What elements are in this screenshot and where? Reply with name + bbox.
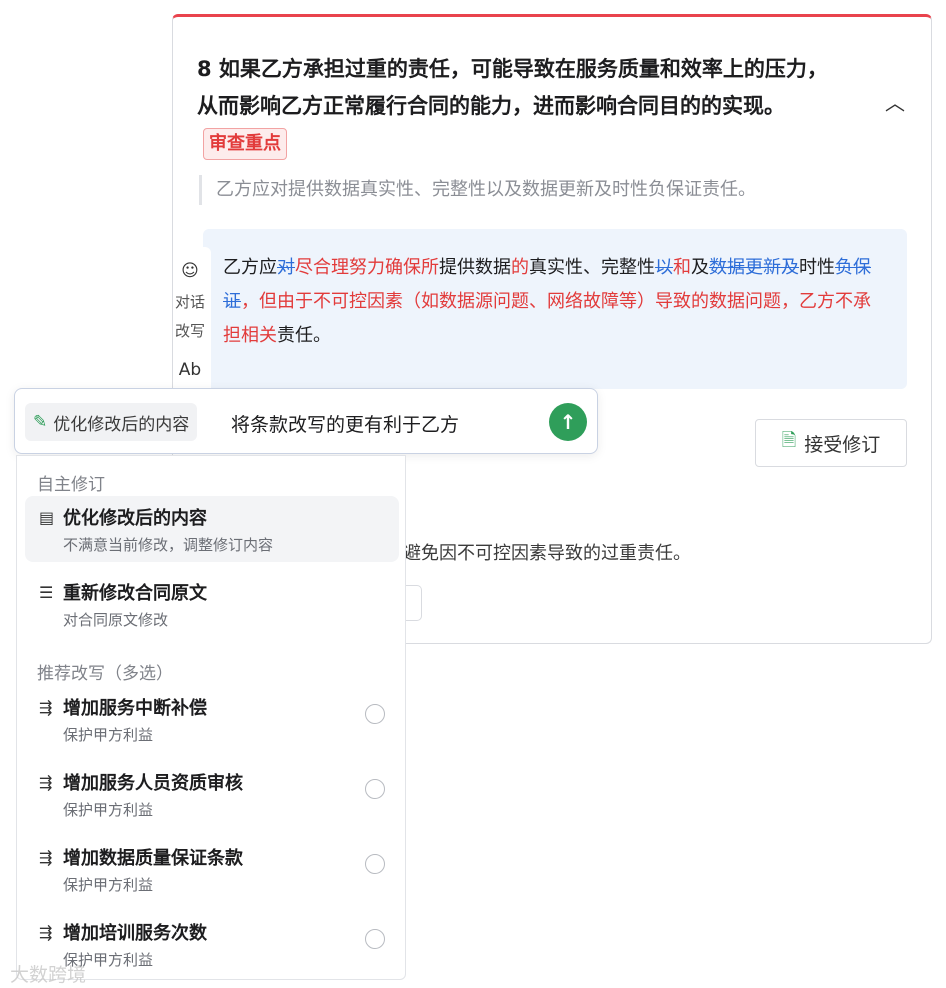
- rewrite-options-dropdown: 自主修订 ▤ 优化修改后的内容 不满意当前修改，调整修订内容 ☰ 重新修改合同原…: [16, 455, 406, 980]
- option-subtitle: 不满意当前修改，调整修订内容: [63, 536, 274, 554]
- option-title: 重新修改合同原文: [63, 583, 207, 604]
- chat-icon[interactable]: ☺: [181, 257, 199, 286]
- collapse-button[interactable]: ︿: [883, 91, 907, 115]
- revision-segment-normal: 提供数据: [439, 257, 511, 278]
- side-toolbar: ☺ 对话 改写 Ab: [173, 247, 211, 397]
- chat-rewrite-label-2[interactable]: 改写: [175, 317, 205, 346]
- mode-chip[interactable]: ✎ 优化修改后的内容: [25, 403, 198, 441]
- original-clause-quote: 乙方应对提供数据真实性、完整性以及数据更新及时性负保证责任。: [199, 175, 896, 205]
- key-review-badge: 审查重点: [203, 128, 287, 160]
- revision-segment-deleted: 以: [655, 257, 673, 278]
- revision-segment-normal: 及: [691, 257, 709, 278]
- rewrite-prompt-input[interactable]: [229, 403, 533, 443]
- revision-segment-normal: 责任。: [277, 325, 331, 346]
- list-icon: ☰: [39, 583, 54, 602]
- issue-title: 8 如果乙方承担过重的责任，可能导致在服务质量和效率上的压力，从而影响乙方正常履…: [197, 51, 847, 162]
- option-rewrite-original[interactable]: ☰ 重新修改合同原文 对合同原文修改: [25, 571, 399, 637]
- rewrite-icon: ⇶: [39, 923, 53, 942]
- revision-text: 乙方应对尽合理努力确保所提供数据的真实性、完整性以和及数据更新及时性负保证，但由…: [223, 251, 883, 353]
- edit-doc-icon: ✎: [33, 412, 48, 432]
- rewrite-input-bar: ✎ 优化修改后的内容 ↑: [14, 388, 598, 454]
- revision-segment-inserted: 和: [673, 257, 691, 278]
- option-title: 增加服务人员资质审核: [63, 773, 243, 794]
- option-subtitle: 保护甲方利益: [63, 801, 154, 819]
- mode-chip-label: 优化修改后的内容: [53, 414, 190, 435]
- option-radio[interactable]: [365, 779, 385, 799]
- chevron-up-icon: ︿: [885, 91, 905, 115]
- revision-segment-deleted: 数据更新及: [709, 257, 799, 278]
- option-title: 增加培训服务次数: [63, 923, 207, 944]
- rewrite-icon: ⇶: [39, 698, 53, 717]
- revision-segment-normal: 真实性、完整性: [529, 257, 655, 278]
- recommended-option[interactable]: ⇶ 增加服务中断补偿 保护甲方利益: [25, 686, 399, 752]
- partially-hidden-text: 避免因不可控因素导致的过重责任。: [403, 543, 691, 564]
- option-subtitle: 保护甲方利益: [63, 726, 154, 744]
- send-button[interactable]: ↑: [549, 403, 587, 441]
- recommended-option[interactable]: ⇶ 增加数据质量保证条款 保护甲方利益: [25, 836, 399, 902]
- text-style-icon[interactable]: Ab: [179, 356, 201, 385]
- revision-segment-normal: 乙方应: [223, 257, 277, 278]
- revision-box: 乙方应对尽合理努力确保所提供数据的真实性、完整性以和及数据更新及时性负保证，但由…: [203, 229, 907, 389]
- edit-doc-icon: ▤: [39, 508, 55, 527]
- revision-segment-normal: 时性: [799, 257, 835, 278]
- chat-rewrite-label-1[interactable]: 对话: [175, 288, 205, 317]
- rewrite-icon: ⇶: [39, 773, 53, 792]
- option-title: 增加服务中断补偿: [63, 698, 207, 719]
- option-radio[interactable]: [365, 854, 385, 874]
- revision-segment-inserted: 的: [511, 257, 529, 278]
- accept-revision-button[interactable]: 🗎 接受修订: [755, 419, 907, 467]
- option-title: 增加数据质量保证条款: [63, 848, 243, 869]
- watermark: 大数跨境: [10, 964, 87, 986]
- revision-segment-deleted: 对: [277, 257, 295, 278]
- revision-segment-inserted: 尽合理努力确保所: [295, 257, 439, 278]
- section-custom-revision: 自主修订: [37, 475, 105, 495]
- arrow-up-icon: ↑: [559, 410, 577, 434]
- option-subtitle: 保护甲方利益: [63, 876, 154, 894]
- option-optimize-revised[interactable]: ▤ 优化修改后的内容 不满意当前修改，调整修订内容: [25, 496, 399, 562]
- section-recommended: 推荐改写（多选）: [37, 664, 173, 684]
- option-subtitle: 对合同原文修改: [63, 611, 169, 629]
- accept-revision-label: 接受修订: [804, 433, 881, 456]
- option-title: 优化修改后的内容: [63, 508, 207, 529]
- document-check-icon: 🗎: [781, 430, 797, 451]
- rewrite-icon: ⇶: [39, 848, 53, 867]
- option-radio[interactable]: [365, 704, 385, 724]
- option-radio[interactable]: [365, 929, 385, 949]
- issue-title-text: 8 如果乙方承担过重的责任，可能导致在服务质量和效率上的压力，从而影响乙方正常履…: [197, 57, 828, 118]
- recommended-option[interactable]: ⇶ 增加服务人员资质审核 保护甲方利益: [25, 761, 399, 827]
